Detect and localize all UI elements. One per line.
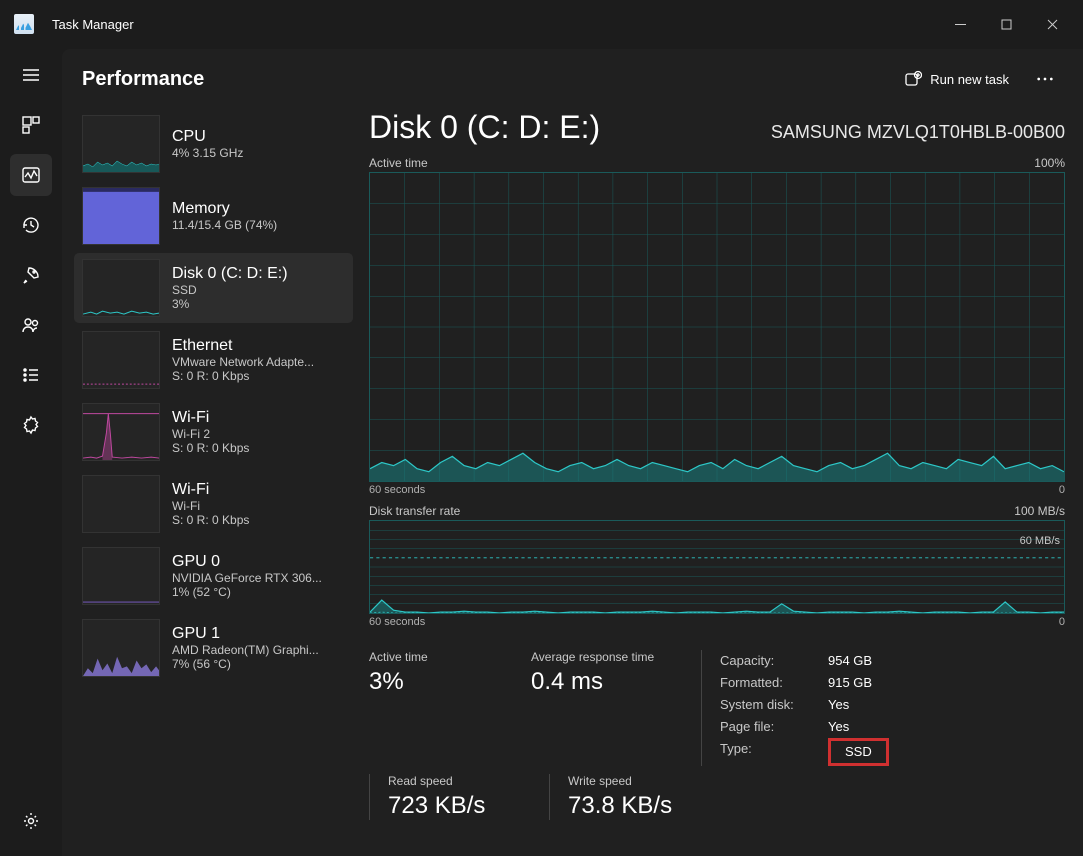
stat-read-value: 723 KB/s xyxy=(388,792,519,820)
app-title: Task Manager xyxy=(52,17,134,32)
prop-type-value-highlight: SSD xyxy=(828,738,889,766)
cpu-thumb xyxy=(82,115,160,173)
settings-nav-icon[interactable] xyxy=(10,800,52,842)
startup-nav-icon[interactable] xyxy=(10,254,52,296)
sidebar-item-label: Wi-Fi xyxy=(172,409,249,427)
active-time-chart xyxy=(369,172,1065,482)
prop-type-label: Type: xyxy=(720,738,810,766)
processes-nav-icon[interactable] xyxy=(10,104,52,146)
sidebar-item-sub2: S: 0 R: 0 Kbps xyxy=(172,369,314,383)
run-task-label: Run new task xyxy=(930,72,1009,87)
app-icon xyxy=(14,14,34,34)
sidebar-item-wifi2[interactable]: Wi-Fi Wi-Fi 2 S: 0 R: 0 Kbps xyxy=(74,397,353,467)
sidebar-item-label: Memory xyxy=(172,200,277,218)
sidebar-item-sub: SSD xyxy=(172,283,288,297)
close-button[interactable] xyxy=(1029,8,1075,40)
chart2-max: 100 MB/s xyxy=(1014,504,1065,518)
chart1-max: 100% xyxy=(1034,156,1065,170)
run-task-icon xyxy=(904,70,922,88)
wifi-thumb xyxy=(82,403,160,461)
chart2-ref-label: 60 MB/s xyxy=(1020,535,1060,547)
chart2-label: Disk transfer rate xyxy=(369,504,460,518)
disk-model: SAMSUNG MZVLQ1T0HBLB-00B00 xyxy=(771,122,1065,143)
chart1-axis-left: 60 seconds xyxy=(369,484,425,496)
disk-title: Disk 0 (C: D: E:) xyxy=(369,109,600,146)
sidebar-item-memory[interactable]: Memory 11.4/15.4 GB (74%) xyxy=(74,181,353,251)
page-title: Performance xyxy=(82,68,204,91)
transfer-rate-chart: 60 MB/s xyxy=(369,520,1065,614)
sidebar-item-sub: 4% 3.15 GHz xyxy=(172,146,243,160)
hamburger-button[interactable] xyxy=(10,54,52,96)
details-nav-icon[interactable] xyxy=(10,354,52,396)
disk-properties: Capacity: 954 GB Formatted: 915 GB System … xyxy=(701,650,889,766)
disk-thumb xyxy=(82,259,160,317)
sidebar-item-label: GPU 0 xyxy=(172,553,322,571)
title-bar: Task Manager xyxy=(0,0,1083,48)
stat-active-time-label: Active time xyxy=(369,650,509,664)
chart2-axis-right: 0 xyxy=(1059,616,1065,628)
prop-formatted-label: Formatted: xyxy=(720,672,810,694)
stat-write-value: 73.8 KB/s xyxy=(568,792,689,820)
sidebar-item-cpu[interactable]: CPU 4% 3.15 GHz xyxy=(74,109,353,179)
wifi-thumb xyxy=(82,475,160,533)
sidebar-item-sub: 11.4/15.4 GB (74%) xyxy=(172,218,277,232)
sidebar-item-gpu0[interactable]: GPU 0 NVIDIA GeForce RTX 306... 1% (52 °… xyxy=(74,541,353,611)
prop-sysdisk-value: Yes xyxy=(828,694,849,716)
stat-avg-resp-value: 0.4 ms xyxy=(531,668,671,696)
sidebar-item-wifi[interactable]: Wi-Fi Wi-Fi S: 0 R: 0 Kbps xyxy=(74,469,353,539)
stat-active-time-value: 3% xyxy=(369,668,509,696)
sidebar-item-sub: VMware Network Adapte... xyxy=(172,355,314,369)
sidebar-item-gpu1[interactable]: GPU 1 AMD Radeon(TM) Graphi... 7% (56 °C… xyxy=(74,613,353,683)
resource-sidebar: CPU 4% 3.15 GHz Memory 11.4/15.4 GB (74%… xyxy=(62,109,359,856)
services-nav-icon[interactable] xyxy=(10,404,52,446)
sidebar-item-label: CPU xyxy=(172,128,243,146)
sidebar-item-sub: NVIDIA GeForce RTX 306... xyxy=(172,571,322,585)
app-history-nav-icon[interactable] xyxy=(10,204,52,246)
prop-pagefile-value: Yes xyxy=(828,716,849,738)
window-controls xyxy=(937,8,1075,40)
sidebar-item-sub2: 7% (56 °C) xyxy=(172,657,319,671)
minimize-button[interactable] xyxy=(937,8,983,40)
more-options-button[interactable] xyxy=(1025,61,1065,97)
prop-pagefile-label: Page file: xyxy=(720,716,810,738)
sidebar-item-ethernet[interactable]: Ethernet VMware Network Adapte... S: 0 R… xyxy=(74,325,353,395)
page-header: Performance Run new task xyxy=(62,49,1083,109)
stat-read-label: Read speed xyxy=(388,774,519,788)
maximize-button[interactable] xyxy=(983,8,1029,40)
users-nav-icon[interactable] xyxy=(10,304,52,346)
chart2-axis-left: 60 seconds xyxy=(369,616,425,628)
ethernet-thumb xyxy=(82,331,160,389)
run-new-task-button[interactable]: Run new task xyxy=(892,62,1021,96)
prop-sysdisk-label: System disk: xyxy=(720,694,810,716)
gpu-thumb xyxy=(82,619,160,677)
prop-capacity-label: Capacity: xyxy=(720,650,810,672)
sidebar-item-sub: Wi-Fi xyxy=(172,499,249,513)
nav-rail xyxy=(0,48,62,856)
performance-nav-icon[interactable] xyxy=(10,154,52,196)
sidebar-item-disk0[interactable]: Disk 0 (C: D: E:) SSD 3% xyxy=(74,253,353,323)
stat-avg-resp-label: Average response time xyxy=(531,650,671,664)
sidebar-item-label: Wi-Fi xyxy=(172,481,249,499)
sidebar-item-sub2: 3% xyxy=(172,297,288,311)
ellipsis-icon xyxy=(1036,76,1054,82)
stat-write-label: Write speed xyxy=(568,774,689,788)
sidebar-item-sub2: 1% (52 °C) xyxy=(172,585,322,599)
sidebar-item-sub2: S: 0 R: 0 Kbps xyxy=(172,513,249,527)
sidebar-item-label: Ethernet xyxy=(172,337,314,355)
chart1-axis-right: 0 xyxy=(1059,484,1065,496)
chart1-label: Active time xyxy=(369,156,428,170)
gpu-thumb xyxy=(82,547,160,605)
sidebar-item-label: GPU 1 xyxy=(172,625,319,643)
prop-formatted-value: 915 GB xyxy=(828,672,872,694)
sidebar-item-sub: AMD Radeon(TM) Graphi... xyxy=(172,643,319,657)
sidebar-item-label: Disk 0 (C: D: E:) xyxy=(172,265,288,283)
sidebar-item-sub: Wi-Fi 2 xyxy=(172,427,249,441)
sidebar-item-sub2: S: 0 R: 0 Kbps xyxy=(172,441,249,455)
memory-thumb xyxy=(82,187,160,245)
prop-capacity-value: 954 GB xyxy=(828,650,872,672)
main-panel: Disk 0 (C: D: E:) SAMSUNG MZVLQ1T0HBLB-0… xyxy=(359,109,1083,856)
